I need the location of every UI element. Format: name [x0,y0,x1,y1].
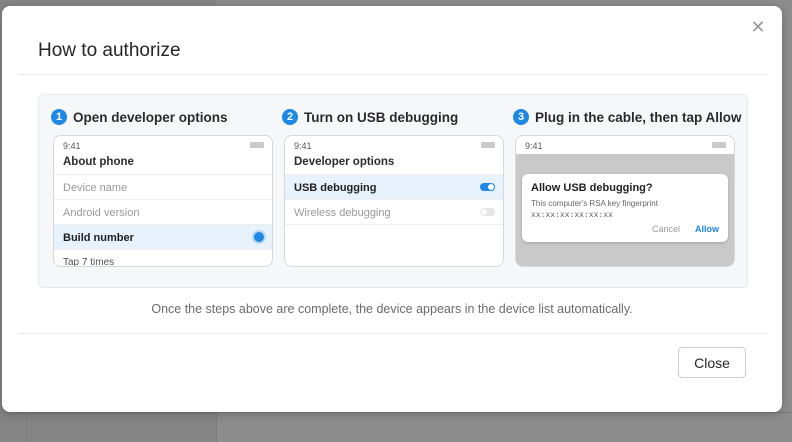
step-label: Open developer options [73,109,228,125]
authorize-modal: ✕ How to authorize 1 Open developer opti… [2,6,782,412]
dialog-allow-button: Allow [695,224,719,234]
dialog-fingerprint: xx:xx:xx:xx:xx:xx [531,210,613,219]
list-item-usb-debugging: USB debugging [285,174,503,200]
battery-icon [712,142,726,148]
list-item-label: Build number [63,231,134,244]
list-item-wireless-debugging: Wireless debugging [285,199,503,225]
list-item: Device name [54,174,272,200]
usb-debugging-dialog: Allow USB debugging? This computer's RSA… [522,174,728,242]
background-divider [216,410,217,442]
dialog-message: This computer's RSA key fingerprint [531,199,658,208]
list-item-label: Device name [63,181,128,194]
step-label: Plug in the cable, then tap Allow [535,109,742,125]
battery-icon [250,142,264,148]
step-plug-in-cable: 3 Plug in the cable, then tap Allow 9:41… [513,95,742,287]
footer-divider [18,333,768,334]
list-item-label: Android version [63,206,140,219]
background-divider [26,410,27,442]
dialog-text: This computer's RSA key fingerprint xx:x… [531,198,658,220]
phone-mockup: 9:41 Allow USB debugging? This computer'… [515,135,735,267]
battery-icon [481,142,495,148]
list-item-hint: Tap 7 times [54,249,272,267]
step-open-developer-options: 1 Open developer options 9:41 About phon… [51,95,273,287]
phone-screen-title: About phone [63,156,134,168]
dialog-title: Allow USB debugging? [531,182,653,194]
list-item-label: Wireless debugging [294,206,391,219]
tap-indicator-icon [254,232,264,242]
list-item-build-number: Build number [54,224,272,250]
step-header: 3 Plug in the cable, then tap Allow [513,108,742,126]
toggle-on-icon [480,183,495,191]
phone-mockup: 9:41 Developer options USB debugging Wir… [284,135,504,267]
close-button[interactable]: Close [678,347,746,378]
toggle-off-icon [480,208,495,216]
list-item: Android version [54,199,272,225]
step-turn-on-usb-debugging: 2 Turn on USB debugging 9:41 Developer o… [282,95,504,287]
background-divider [0,412,792,413]
modal-title: How to authorize [38,40,181,61]
phone-mockup: 9:41 About phone Device name Android ver… [53,135,273,267]
header-divider [18,74,768,75]
step-number-badge: 1 [51,109,67,125]
status-time: 9:41 [294,141,312,151]
list-item-label: Tap 7 times [63,257,115,267]
steps-panel: 1 Open developer options 9:41 About phon… [38,94,748,288]
step-number-badge: 3 [513,109,529,125]
step-header: 1 Open developer options [51,108,228,126]
phone-screen-title: Developer options [294,156,395,168]
status-time: 9:41 [63,141,81,151]
step-header: 2 Turn on USB debugging [282,108,458,126]
list-item-empty [285,224,503,250]
step-label: Turn on USB debugging [304,109,459,125]
dialog-cancel-button: Cancel [651,224,680,234]
completion-note: Once the steps above are complete, the d… [151,302,633,316]
list-item-label: USB debugging [294,181,377,194]
step-number-badge: 2 [282,109,298,125]
close-icon[interactable]: ✕ [750,18,766,36]
status-time: 9:41 [525,141,543,151]
